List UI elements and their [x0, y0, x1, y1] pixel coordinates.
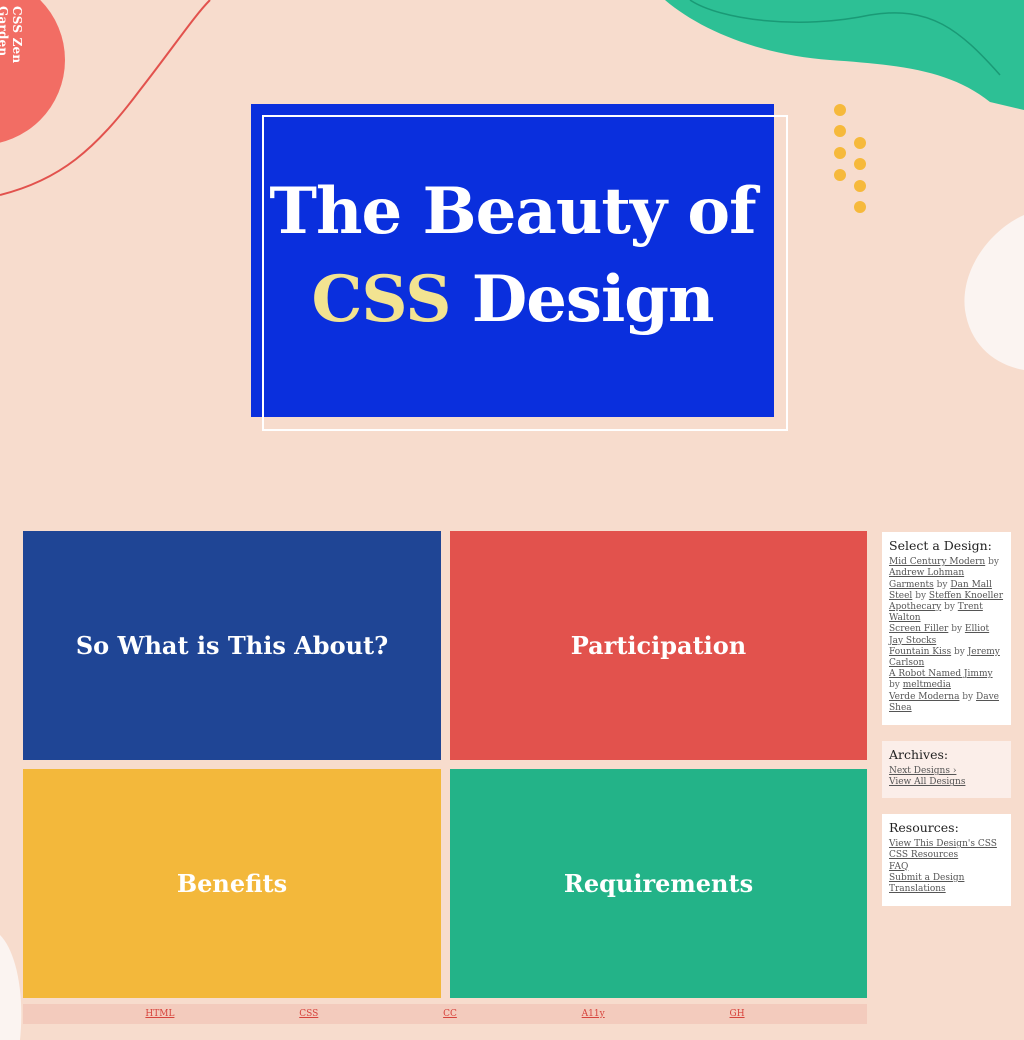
tile-label: Benefits — [176, 869, 288, 898]
tile-label: So What is This About? — [75, 631, 389, 660]
title-accent: CSS — [311, 262, 451, 337]
by-text: by — [933, 579, 951, 590]
view-all-designs-link[interactable]: View All Designs — [889, 777, 1004, 788]
by-text: by — [889, 680, 903, 691]
submit-design-link[interactable]: Submit a Design — [889, 873, 1004, 884]
by-text: by — [985, 557, 999, 568]
author-link[interactable]: Andrew Lohman — [889, 568, 964, 578]
white-blob-shape — [964, 215, 1024, 370]
archives-panel: Archives: Next Designs › View All Design… — [882, 741, 1011, 798]
author-link[interactable]: meltmedia — [903, 680, 951, 690]
css-resources-link[interactable]: CSS Resources — [889, 850, 1004, 861]
archives-heading: Archives: — [889, 747, 949, 762]
page-title: The Beauty of CSS Design — [251, 104, 774, 417]
resources-panel: Resources: View This Design's CSS CSS Re… — [882, 814, 1011, 906]
faq-link[interactable]: FAQ — [889, 862, 1004, 873]
tile-participation[interactable]: Participation — [450, 531, 867, 760]
white-corner-shape — [0, 935, 22, 1040]
view-css-link[interactable]: View This Design's CSS — [889, 839, 1004, 850]
tile-benefits[interactable]: Benefits — [23, 769, 441, 998]
by-text: by — [959, 691, 977, 702]
translations-link[interactable]: Translations — [889, 884, 1004, 895]
design-item: Fountain Kiss by Jeremy Carlson — [889, 647, 1000, 668]
by-text: by — [951, 646, 968, 657]
design-link[interactable]: Verde Moderna — [889, 692, 959, 702]
design-item: Mid Century Modern by Andrew Lohman — [889, 557, 999, 578]
site-vertical-title: CSS Zen Garden — [0, 6, 24, 64]
design-item: Garments by Dan Mall — [889, 580, 992, 590]
design-item: Verde Moderna by Dave Shea — [889, 692, 999, 713]
design-link[interactable]: Steel — [889, 591, 912, 601]
select-design-heading: Select a Design: — [889, 538, 992, 553]
by-text: by — [948, 624, 965, 635]
design-item: Screen Filler by Elliot Jay Stocks — [889, 624, 989, 645]
author-link[interactable]: Steffen Knoeller — [929, 591, 1003, 601]
design-list: Mid Century Modern by Andrew Lohman Garm… — [889, 557, 1004, 714]
footer-css-link[interactable]: CSS — [299, 1009, 318, 1019]
design-item: Apothecary by Trent Walton — [889, 602, 983, 623]
footer-cc-link[interactable]: CC — [443, 1009, 457, 1019]
design-link[interactable]: Apothecary — [889, 602, 941, 612]
green-blob-shape — [665, 0, 1024, 110]
footer-html-link[interactable]: HTML — [145, 1009, 174, 1019]
design-link[interactable]: Fountain Kiss — [889, 647, 951, 657]
by-text: by — [912, 590, 929, 601]
tile-label: Participation — [570, 631, 747, 660]
by-text: by — [941, 602, 958, 613]
tile-requirements[interactable]: Requirements — [450, 769, 867, 998]
design-link[interactable]: Garments — [889, 580, 934, 590]
design-item: A Robot Named Jimmy by meltmedia — [889, 669, 993, 690]
select-design-panel: Select a Design: Mid Century Modern by A… — [882, 532, 1011, 725]
resources-heading: Resources: — [889, 820, 959, 835]
design-item: Steel by Steffen Knoeller — [889, 591, 1003, 601]
design-link[interactable]: Screen Filler — [889, 624, 948, 634]
tile-label: Requirements — [563, 869, 754, 898]
title-line-2: Design — [450, 262, 715, 337]
footer-gh-link[interactable]: GH — [730, 1009, 745, 1019]
next-designs-link[interactable]: Next Designs › — [889, 766, 1004, 777]
author-link[interactable]: Dan Mall — [950, 580, 992, 590]
footer-a11y-link[interactable]: A11y — [582, 1009, 605, 1019]
design-link[interactable]: Mid Century Modern — [889, 557, 985, 567]
title-line-1: The Beauty of — [269, 174, 756, 249]
design-link[interactable]: A Robot Named Jimmy — [889, 669, 993, 679]
tile-about[interactable]: So What is This About? — [23, 531, 441, 760]
footer-links: HTML CSS CC A11y GH — [23, 1004, 867, 1024]
